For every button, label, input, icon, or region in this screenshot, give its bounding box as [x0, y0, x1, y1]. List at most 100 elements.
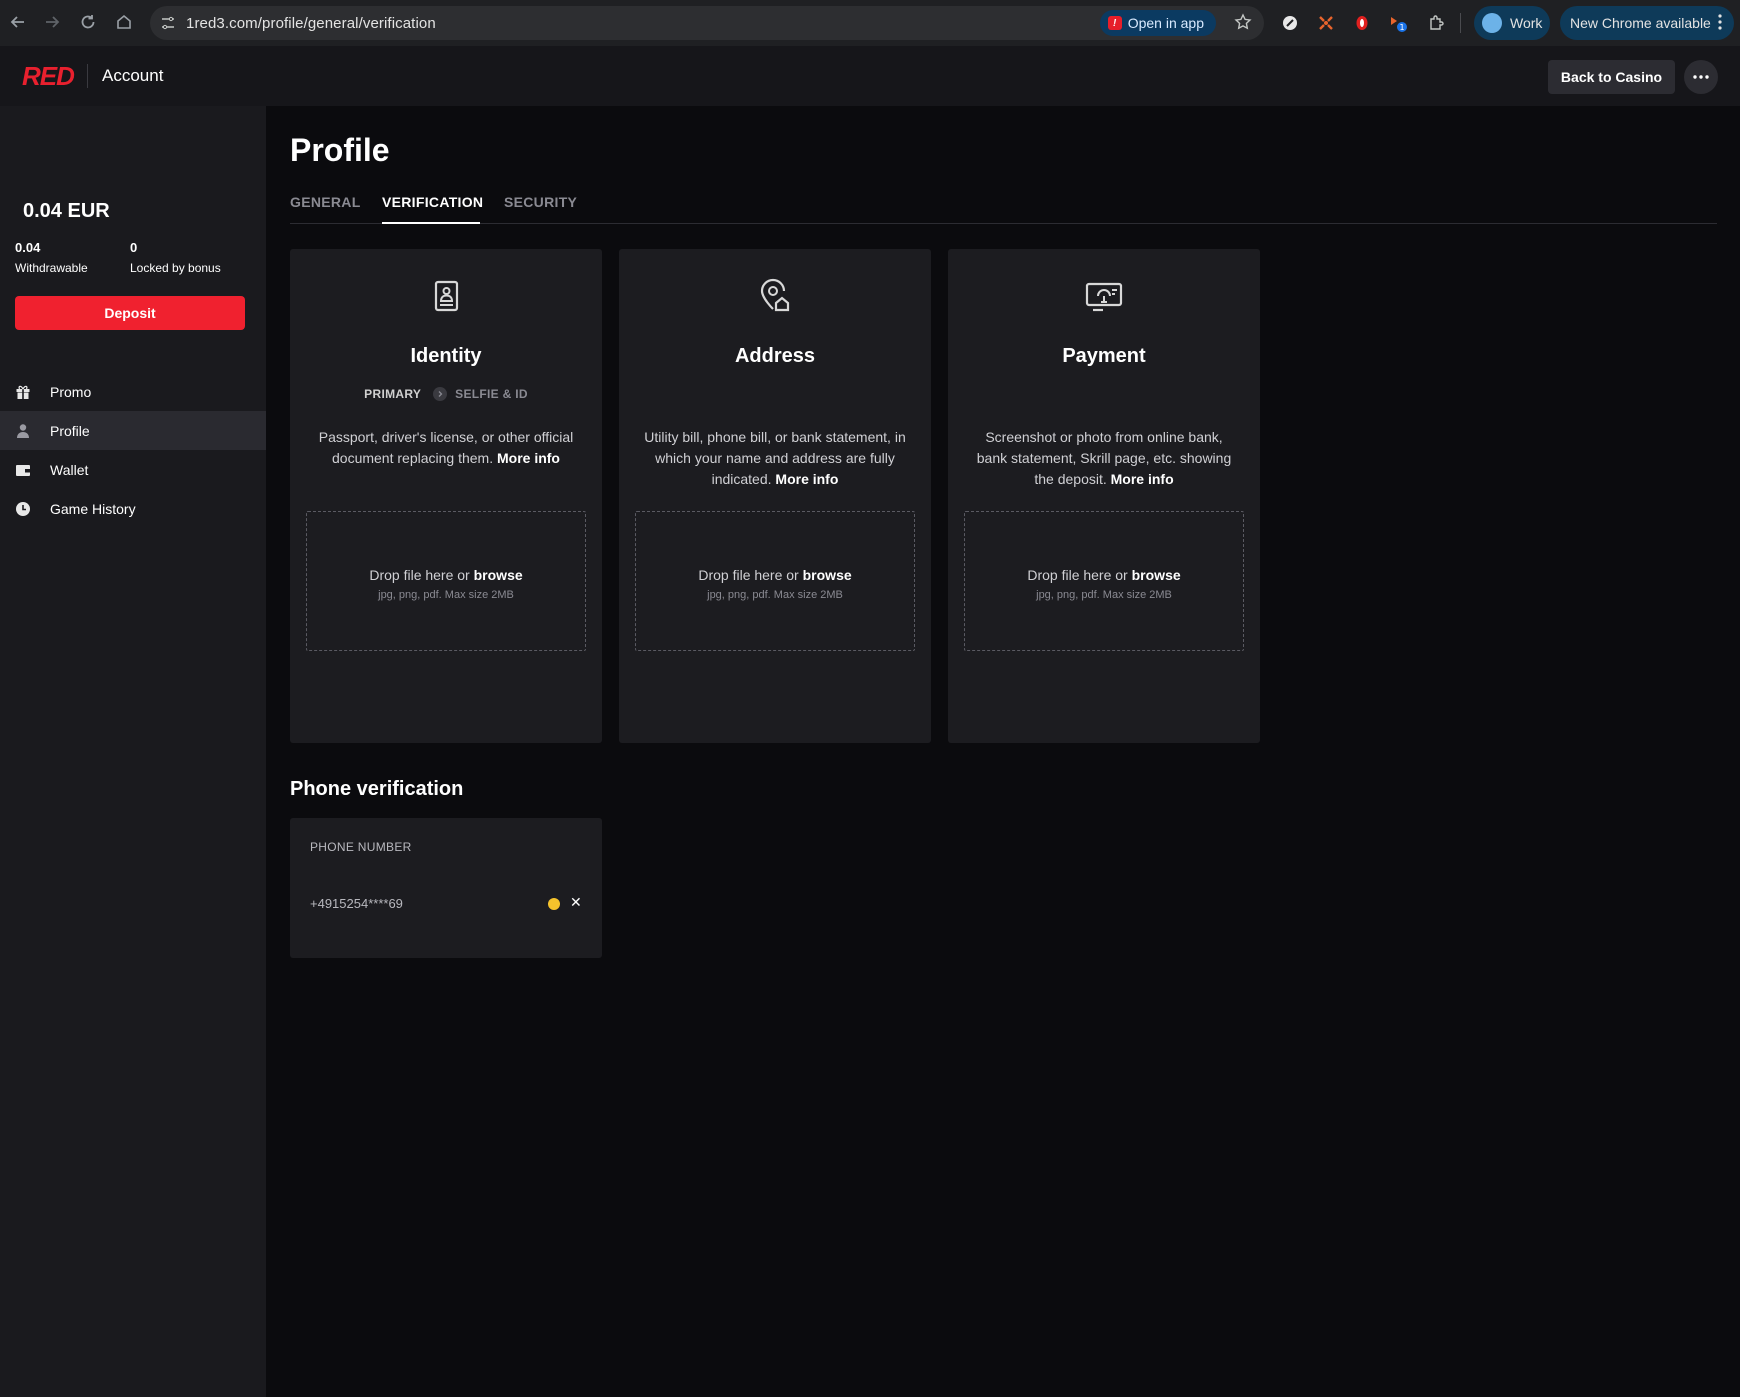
forward-arrow-icon[interactable]	[34, 4, 70, 40]
withdrawable-balance: 0.04 Withdrawable	[15, 240, 88, 275]
id-document-icon	[426, 277, 466, 317]
file-formats: jpg, png, pdf. Max size 2MB	[1036, 589, 1172, 601]
reload-icon[interactable]	[70, 4, 106, 40]
phone-verification-title: Phone verification	[290, 778, 464, 800]
tab-general[interactable]: GENERAL	[290, 194, 361, 210]
extensions-puzzle-icon[interactable]	[1424, 11, 1448, 35]
step-secondary-label: SELFIE & ID	[455, 387, 528, 401]
identity-card: Identity PRIMARY SELFIE & ID Passport, d…	[290, 249, 602, 743]
locked-label: Locked by bonus	[130, 261, 221, 275]
step-primary[interactable]: PRIMARY	[364, 387, 421, 401]
card-description: Utility bill, phone bill, or bank statem…	[641, 427, 909, 490]
withdrawable-label: Withdrawable	[15, 261, 88, 275]
brand-logo[interactable]: RED	[22, 63, 75, 89]
sidebar-item-label: Game History	[50, 500, 136, 517]
phone-number-label: PHONE NUMBER	[310, 840, 412, 854]
tab-verification[interactable]: VERIFICATION	[382, 194, 483, 210]
bookmark-star-icon[interactable]	[1234, 13, 1252, 31]
card-title: Identity	[410, 345, 482, 367]
kebab-menu-icon[interactable]	[1718, 13, 1722, 31]
phone-number-value[interactable]: +4915254****69	[310, 896, 403, 911]
more-info-link[interactable]: More info	[1111, 471, 1174, 487]
pending-status-icon	[548, 898, 560, 910]
browse-link[interactable]: browse	[474, 567, 523, 583]
sidebar-item-game-history[interactable]: Game History	[0, 489, 266, 528]
app-logo-icon: !	[1107, 16, 1122, 30]
address-card: Address Utility bill, phone bill, or ban…	[619, 249, 931, 743]
description-text: Screenshot or photo from online bank, ba…	[976, 429, 1232, 487]
profile-tabs: GENERAL VERIFICATION SECURITY	[290, 186, 1717, 224]
withdrawable-value: 0.04	[15, 240, 41, 255]
card-title: Address	[734, 345, 816, 367]
avatar	[1482, 13, 1502, 33]
site-header: RED Account Back to Casino	[0, 46, 1740, 106]
location-home-icon	[755, 277, 795, 317]
address-dropzone[interactable]: Drop file here or browse jpg, png, pdf. …	[635, 511, 915, 651]
open-in-app-button[interactable]: ! Open in app	[1099, 10, 1216, 36]
header-title: Account	[102, 66, 164, 85]
more-menu-button[interactable]	[1684, 60, 1718, 94]
sidebar-item-label: Promo	[50, 383, 92, 400]
card-description: Passport, driver's license, or other off…	[312, 427, 580, 469]
drop-label: Drop file here or	[698, 567, 799, 583]
main-content: Profile GENERAL VERIFICATION SECURITY Id…	[266, 106, 1740, 1397]
card-title: Payment	[1062, 345, 1146, 367]
card-description: Screenshot or photo from online bank, ba…	[970, 427, 1238, 490]
close-icon[interactable]: ✕	[570, 894, 582, 911]
phone-verification-card: PHONE NUMBER +4915254****69 ✕	[290, 818, 602, 958]
browser-toolbar: 1red3.com/profile/general/verification !…	[0, 0, 1740, 46]
verification-steps: PRIMARY SELFIE & ID	[290, 387, 602, 401]
gift-icon	[14, 383, 32, 401]
payment-card: Payment Screenshot or photo from online …	[948, 249, 1260, 743]
user-icon	[14, 422, 32, 440]
drop-text: Drop file here or browse	[307, 567, 585, 583]
home-icon[interactable]	[106, 4, 142, 40]
address-bar[interactable]: 1red3.com/profile/general/verification !…	[150, 6, 1264, 40]
more-info-link[interactable]: More info	[775, 471, 838, 487]
extension-grid-icon[interactable]	[1314, 11, 1338, 35]
drop-text: Drop file here or browse	[636, 567, 914, 583]
sidebar-item-wallet[interactable]: Wallet	[0, 450, 266, 489]
sidebar-item-profile[interactable]: Profile	[0, 411, 266, 450]
drop-label: Drop file here or	[1027, 567, 1128, 583]
file-formats: jpg, png, pdf. Max size 2MB	[378, 589, 514, 601]
site-settings-icon[interactable]	[160, 15, 176, 31]
extension-badge-icon[interactable]: 1	[1386, 11, 1410, 35]
update-label: New Chrome available	[1570, 15, 1711, 31]
balance-total: 0.04 EUR	[23, 200, 110, 222]
more-info-link[interactable]: More info	[497, 450, 560, 466]
toolbar-divider	[1460, 13, 1461, 33]
sidebar-menu: Promo Profile Wallet Game History	[0, 372, 266, 528]
back-to-casino-button[interactable]: Back to Casino	[1548, 60, 1675, 94]
header-divider	[87, 64, 88, 88]
sidebar-item-label: Wallet	[50, 461, 89, 478]
locked-balance: 0 Locked by bonus	[130, 240, 221, 275]
tab-security[interactable]: SECURITY	[504, 194, 577, 210]
payment-screen-icon	[1084, 277, 1124, 317]
wallet-icon	[14, 461, 32, 479]
file-formats: jpg, png, pdf. Max size 2MB	[707, 589, 843, 601]
clock-icon	[14, 500, 32, 518]
deposit-button[interactable]: Deposit	[15, 296, 245, 330]
identity-dropzone[interactable]: Drop file here or browse jpg, png, pdf. …	[306, 511, 586, 651]
locked-value: 0	[130, 240, 138, 255]
page-title: Profile	[290, 132, 390, 168]
profile-button[interactable]: Work	[1474, 6, 1550, 40]
url-text: 1red3.com/profile/general/verification	[186, 14, 436, 32]
browse-link[interactable]: browse	[803, 567, 852, 583]
step-selfie-id[interactable]: SELFIE & ID	[433, 387, 528, 401]
svg-text:1: 1	[1399, 23, 1404, 32]
back-arrow-icon[interactable]	[0, 4, 36, 40]
update-chrome-button[interactable]: New Chrome available	[1560, 6, 1734, 40]
extension-link-icon[interactable]	[1278, 11, 1302, 35]
sidebar-item-promo[interactable]: Promo	[0, 372, 266, 411]
active-tab-indicator	[382, 222, 480, 224]
open-in-app-label: Open in app	[1127, 15, 1204, 31]
profile-label: Work	[1510, 15, 1543, 31]
sidebar: 0.04 EUR 0.04 Withdrawable 0 Locked by b…	[0, 106, 266, 1397]
sidebar-item-label: Profile	[50, 422, 90, 439]
browse-link[interactable]: browse	[1132, 567, 1181, 583]
payment-dropzone[interactable]: Drop file here or browse jpg, png, pdf. …	[964, 511, 1244, 651]
extension-shield-icon[interactable]	[1350, 11, 1374, 35]
drop-label: Drop file here or	[369, 567, 470, 583]
